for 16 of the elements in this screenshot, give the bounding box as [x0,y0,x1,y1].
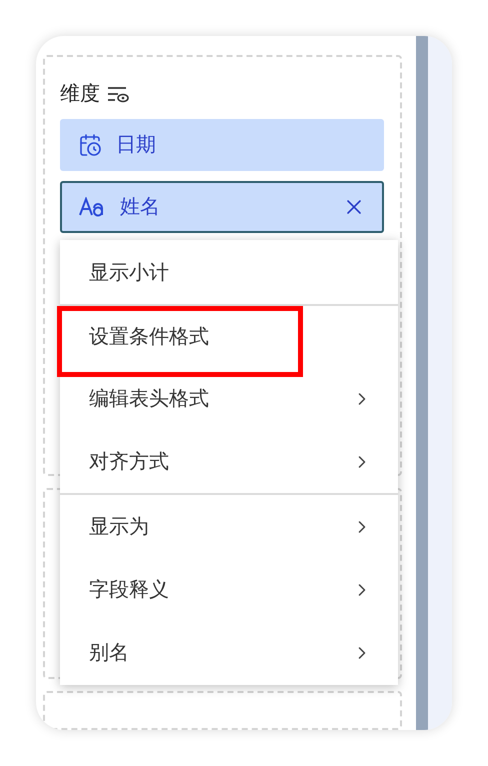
filter-view-icon[interactable] [106,84,130,104]
menu-item[interactable]: 显示为 [89,512,372,542]
menu-item[interactable]: 编辑表头格式 [89,384,372,414]
field-label: 日期 [116,133,157,158]
scrollbar[interactable] [416,36,428,730]
text-type-icon [78,197,106,217]
field-chip[interactable]: 姓名 [60,181,384,233]
calendar-icon [78,133,102,157]
section-title: 维度 [60,82,100,107]
menu-item[interactable]: 设置条件格式 [89,322,372,352]
menu-item[interactable]: 字段释义 [89,574,372,604]
menu-item[interactable]: 别名 [89,638,372,668]
field-chip[interactable]: 日期 [60,119,384,171]
field-label: 姓名 [120,195,161,220]
menu-item[interactable]: 显示小计 [89,258,372,288]
menu-item[interactable]: 对齐方式 [89,446,372,476]
